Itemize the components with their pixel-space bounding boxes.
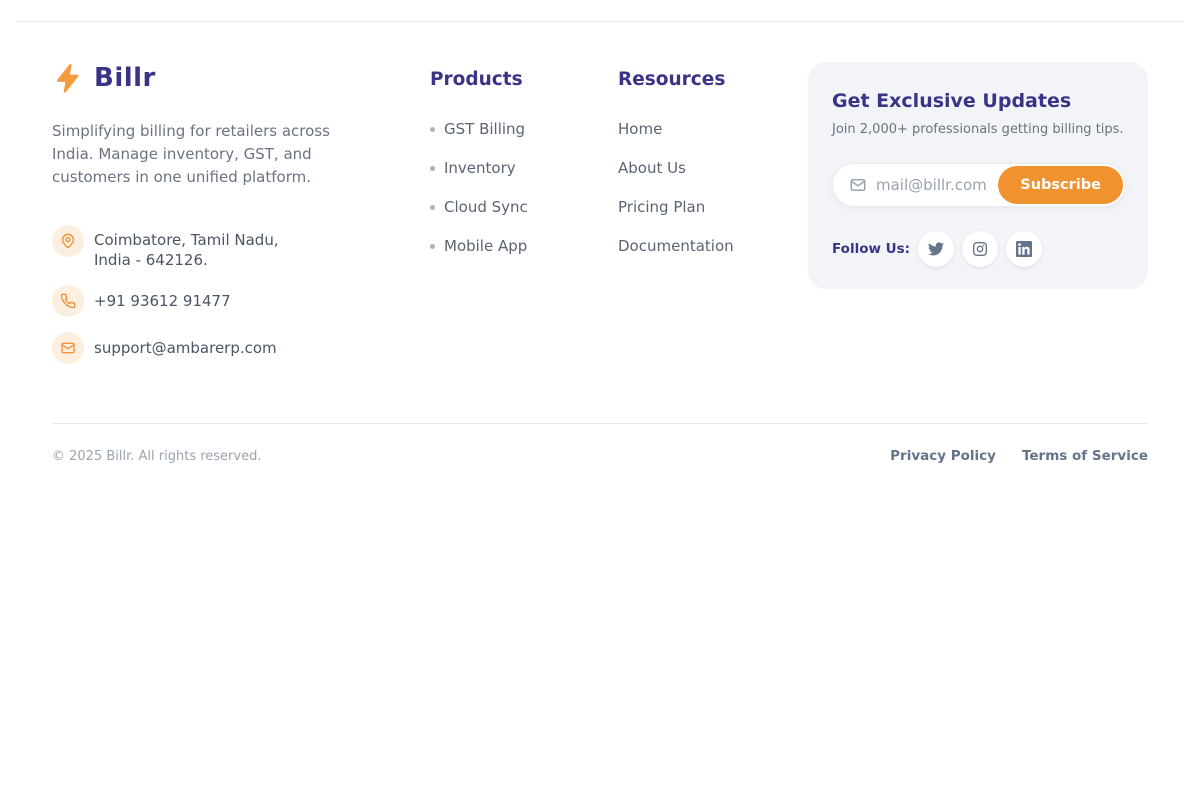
contact-email[interactable]: support@ambarerp.com: [52, 332, 364, 364]
address-text: Coimbatore, Tamil Nadu, India - 642126.: [94, 225, 279, 270]
products-list: GST Billing Inventory Cloud Sync Mobile …: [430, 120, 618, 255]
footer-page: Billr Simplifying billing for retailers …: [0, 0, 1200, 800]
subscribe-form: Subscribe: [832, 163, 1126, 207]
contact-phone[interactable]: +91 93612 91477: [52, 285, 364, 317]
resources-title: Resources: [618, 69, 808, 90]
linkedin-icon: [1016, 241, 1032, 257]
resource-link-pricing-plan[interactable]: Pricing Plan: [618, 198, 808, 216]
footer-main: Billr Simplifying billing for retailers …: [0, 0, 1200, 364]
bottom-links: Privacy Policy Terms of Service: [890, 448, 1148, 464]
product-link-mobile-app[interactable]: Mobile App: [430, 237, 618, 255]
instagram-button[interactable]: [962, 231, 998, 267]
top-divider: [16, 21, 1184, 22]
phone-icon: [52, 285, 84, 317]
linkedin-button[interactable]: [1006, 231, 1042, 267]
bullet-icon: [430, 127, 435, 132]
bullet-icon: [430, 166, 435, 171]
newsletter-title: Get Exclusive Updates: [832, 90, 1126, 112]
bottom-divider: [52, 423, 1148, 424]
location-pin-icon: [52, 225, 84, 257]
products-column: Products GST Billing Inventory Cloud Syn…: [430, 69, 618, 276]
twitter-button[interactable]: [918, 231, 954, 267]
bottom-bar: © 2025 Billr. All rights reserved. Priva…: [52, 448, 1148, 464]
brand-name: Billr: [94, 63, 156, 93]
resources-column: Resources Home About Us Pricing Plan Doc…: [618, 69, 808, 276]
follow-us-label: Follow Us:: [832, 241, 910, 257]
lightning-bolt-icon: [52, 62, 84, 94]
privacy-policy-link[interactable]: Privacy Policy: [890, 448, 996, 464]
resource-link-home[interactable]: Home: [618, 120, 808, 138]
resource-link-about-us[interactable]: About Us: [618, 159, 808, 177]
subscribe-button[interactable]: Subscribe: [998, 166, 1123, 204]
follow-row: Follow Us:: [832, 231, 1126, 267]
copyright-text: © 2025 Billr. All rights reserved.: [52, 449, 261, 464]
brand-column: Billr Simplifying billing for retailers …: [52, 62, 364, 364]
email-text: support@ambarerp.com: [94, 332, 277, 358]
phone-text: +91 93612 91477: [94, 285, 231, 311]
bullet-icon: [430, 205, 435, 210]
terms-of-service-link[interactable]: Terms of Service: [1022, 448, 1148, 464]
newsletter-card: Get Exclusive Updates Join 2,000+ profes…: [808, 62, 1148, 289]
email-icon: [52, 332, 84, 364]
product-link-inventory[interactable]: Inventory: [430, 159, 618, 177]
brand-logo[interactable]: Billr: [52, 62, 364, 94]
products-title: Products: [430, 69, 618, 90]
newsletter-subtitle: Join 2,000+ professionals getting billin…: [832, 122, 1126, 137]
resources-list: Home About Us Pricing Plan Documentation: [618, 120, 808, 255]
resource-link-documentation[interactable]: Documentation: [618, 237, 808, 255]
instagram-icon: [972, 241, 988, 257]
bullet-icon: [430, 244, 435, 249]
brand-description: Simplifying billing for retailers across…: [52, 120, 364, 189]
product-link-cloud-sync[interactable]: Cloud Sync: [430, 198, 618, 216]
contact-address: Coimbatore, Tamil Nadu, India - 642126.: [52, 225, 364, 270]
twitter-icon: [928, 241, 944, 257]
product-link-gst-billing[interactable]: GST Billing: [430, 120, 618, 138]
mail-icon: [849, 176, 867, 194]
contact-list: Coimbatore, Tamil Nadu, India - 642126. …: [52, 225, 364, 364]
